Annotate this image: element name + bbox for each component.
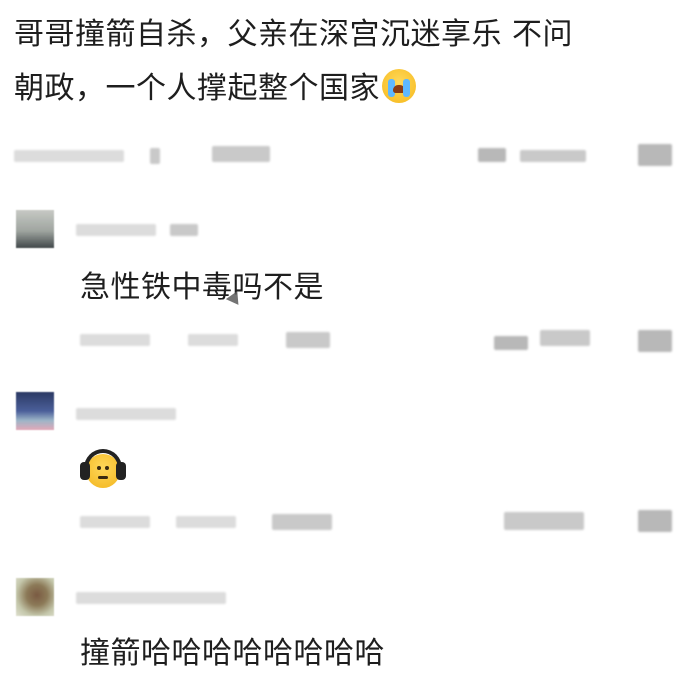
- post-text-line-2: 朝政，一个人撑起整个国家: [14, 71, 380, 106]
- post-meta-blurred: [212, 146, 270, 162]
- comment-like-blurred[interactable]: [504, 512, 584, 530]
- comment-more-icon-blurred[interactable]: [638, 330, 672, 352]
- comment-text: 撞箭哈哈哈哈哈哈哈哈: [80, 636, 385, 671]
- comment-timestamp-blurred: [80, 334, 150, 346]
- post-body: 哥哥撞箭自杀，父亲在深宫沉迷享乐 不问 朝政，一个人撑起整个国家: [14, 8, 679, 116]
- like-count-blurred[interactable]: [520, 150, 586, 162]
- comment-more-icon-blurred[interactable]: [638, 510, 672, 532]
- avatar[interactable]: [16, 210, 54, 248]
- reply-button-blurred[interactable]: [286, 332, 330, 348]
- comment-text: 急性铁中毒吗不是: [80, 270, 324, 305]
- avatar[interactable]: [16, 392, 54, 430]
- username-blurred[interactable]: [76, 592, 226, 604]
- post-text-line-2-wrap: 朝政，一个人撑起整个国家: [14, 62, 679, 116]
- previous-text-fragment: [14, 0, 74, 2]
- crying-face-icon: [382, 69, 416, 103]
- username-blurred[interactable]: [76, 408, 176, 420]
- comment-icon-blurred[interactable]: [478, 148, 506, 162]
- reply-button-blurred[interactable]: [272, 514, 332, 530]
- comment-location-blurred: [188, 334, 238, 346]
- comment-like-blurred[interactable]: [540, 330, 590, 346]
- post-text-line-1: 哥哥撞箭自杀，父亲在深宫沉迷享乐 不问: [14, 17, 574, 52]
- post-timestamp-blurred: [14, 150, 124, 162]
- post-meta-blurred: [150, 148, 160, 164]
- avatar[interactable]: [16, 578, 54, 616]
- comment-reply-icon-blurred[interactable]: [494, 336, 528, 350]
- comment-timestamp-blurred: [80, 516, 150, 528]
- headphones-face-icon: [78, 448, 128, 492]
- username-blurred[interactable]: [76, 224, 156, 236]
- more-icon-blurred[interactable]: [638, 144, 672, 166]
- user-badge-blurred: [170, 224, 198, 236]
- comment-location-blurred: [176, 516, 236, 528]
